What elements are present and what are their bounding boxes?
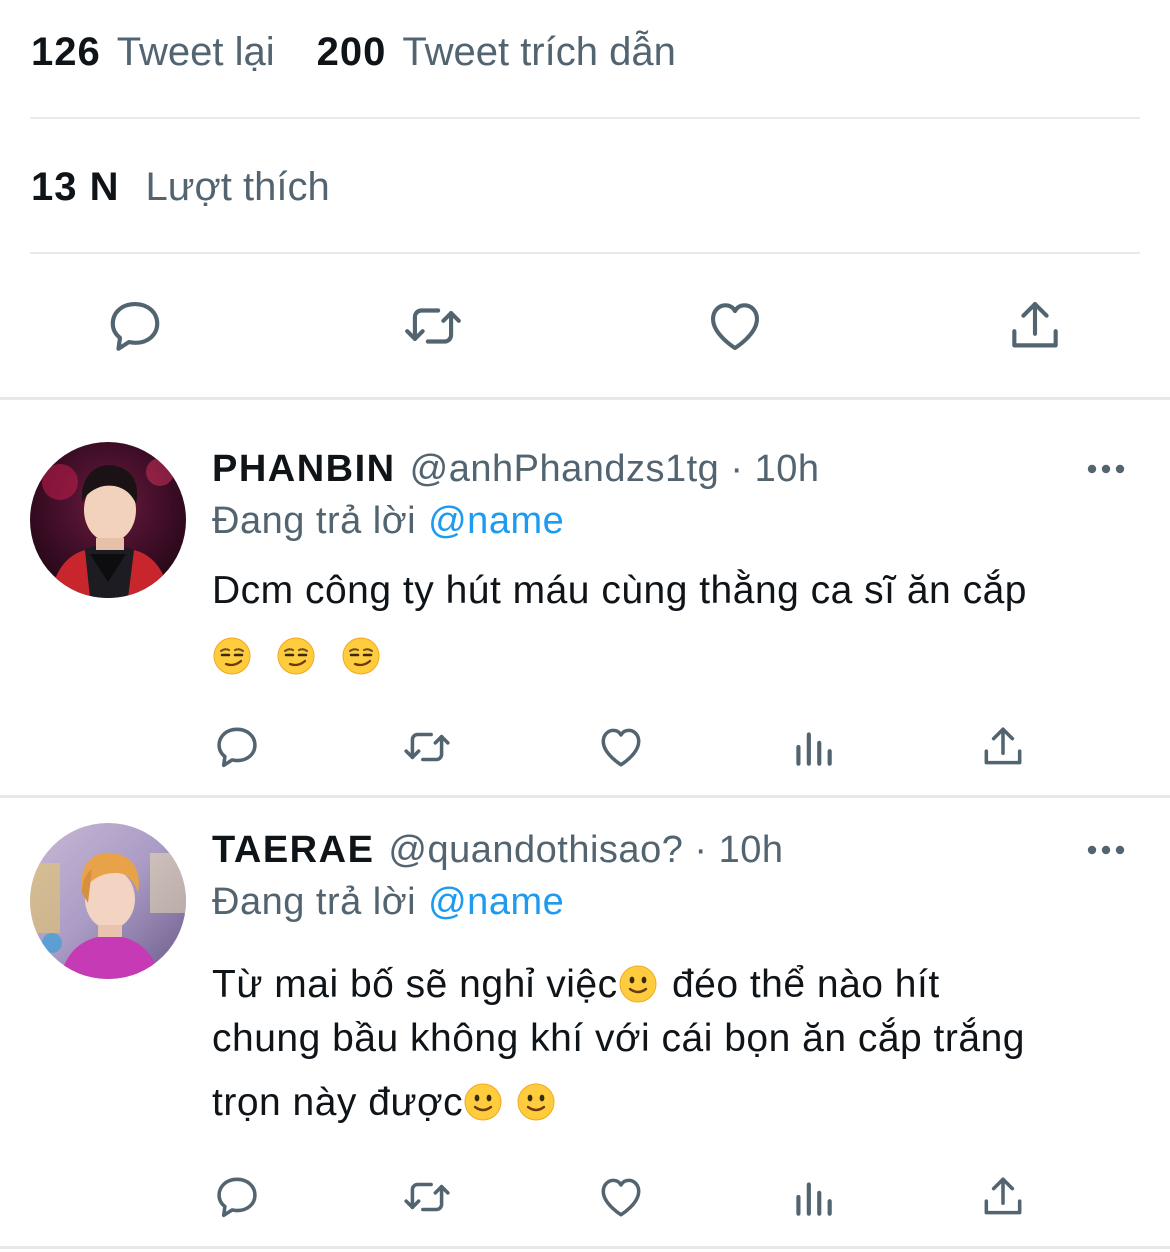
heart-icon[interactable] — [704, 295, 766, 357]
reply-header: TAERAE @quandothisao? · 10h — [212, 827, 784, 873]
avatar[interactable] — [30, 823, 186, 979]
replying-to: Đang trả lời @name — [212, 498, 564, 544]
smile-emoji — [463, 1082, 503, 1122]
replying-label: Đang trả lời — [212, 881, 417, 923]
reply-header: PHANBIN @anhPhandzs1tg · 10h — [212, 446, 819, 492]
analytics-icon[interactable] — [788, 1172, 838, 1222]
tweet-text-segment: trọn này được — [212, 1081, 464, 1124]
tweet-text-line: trọn này được — [212, 1076, 1132, 1130]
reply-icon[interactable] — [104, 295, 166, 357]
share-icon[interactable] — [1004, 295, 1066, 357]
avatar[interactable] — [30, 442, 186, 598]
tweet-text-line: chung bầu không khí với cái bọn ăn cắp t… — [212, 1017, 1025, 1060]
section-divider — [0, 397, 1170, 400]
tweet-text-segment: đéo thể nào hít — [660, 963, 940, 1006]
smile-emoji — [618, 964, 658, 1004]
mention-link[interactable]: @name — [428, 500, 564, 542]
heart-icon[interactable] — [596, 1172, 646, 1222]
retweet-icon[interactable] — [402, 722, 452, 772]
tweet-text: Dcm công ty hút máu cùng thằng ca sĩ ăn … — [212, 564, 1132, 684]
retweet-icon[interactable] — [402, 1172, 452, 1222]
section-divider — [0, 1246, 1170, 1249]
retweets-count[interactable]: 126 — [31, 30, 101, 75]
reply-icon[interactable] — [212, 1172, 262, 1222]
divider — [30, 117, 1140, 119]
likes-count[interactable]: 13 N — [31, 165, 120, 210]
share-icon[interactable] — [978, 1172, 1028, 1222]
replying-label: Đang trả lời — [212, 500, 417, 542]
author-handle-time[interactable]: @anhPhandzs1tg · 10h — [410, 448, 820, 490]
smile-emoji — [516, 1082, 556, 1122]
more-icon[interactable] — [1086, 463, 1126, 475]
share-icon[interactable] — [978, 722, 1028, 772]
more-icon[interactable] — [1086, 844, 1126, 856]
divider — [30, 252, 1140, 254]
smirk-emoji — [212, 636, 252, 676]
tweet-text-segment: Từ mai bố sẽ nghỉ việc — [212, 963, 618, 1006]
tweet-text-line: Từ mai bố sẽ nghỉ việc đéo thể nào hít — [212, 958, 1132, 1012]
author-name[interactable]: TAERAE — [212, 829, 374, 871]
mention-link[interactable]: @name — [428, 881, 564, 923]
author-name[interactable]: PHANBIN — [212, 448, 396, 490]
smirk-emoji — [276, 636, 316, 676]
quotes-label[interactable]: Tweet trích dẫn — [402, 30, 675, 75]
analytics-icon[interactable] — [788, 722, 838, 772]
section-divider — [0, 795, 1170, 798]
likes-label[interactable]: Lượt thích — [146, 165, 330, 210]
tweet-text: Từ mai bố sẽ nghỉ việc đéo thể nào hít c… — [212, 958, 1132, 1130]
retweet-icon[interactable] — [402, 295, 464, 357]
smirk-emoji — [341, 636, 381, 676]
emoji-row — [212, 630, 1132, 684]
author-handle-time[interactable]: @quandothisao? · 10h — [388, 829, 783, 871]
heart-icon[interactable] — [596, 722, 646, 772]
reply-icon[interactable] — [212, 722, 262, 772]
retweets-label[interactable]: Tweet lại — [117, 30, 275, 75]
quotes-count[interactable]: 200 — [317, 30, 387, 75]
replying-to: Đang trả lời @name — [212, 879, 564, 925]
tweet-text-line: Dcm công ty hút máu cùng thằng ca sĩ ăn … — [212, 569, 1027, 612]
